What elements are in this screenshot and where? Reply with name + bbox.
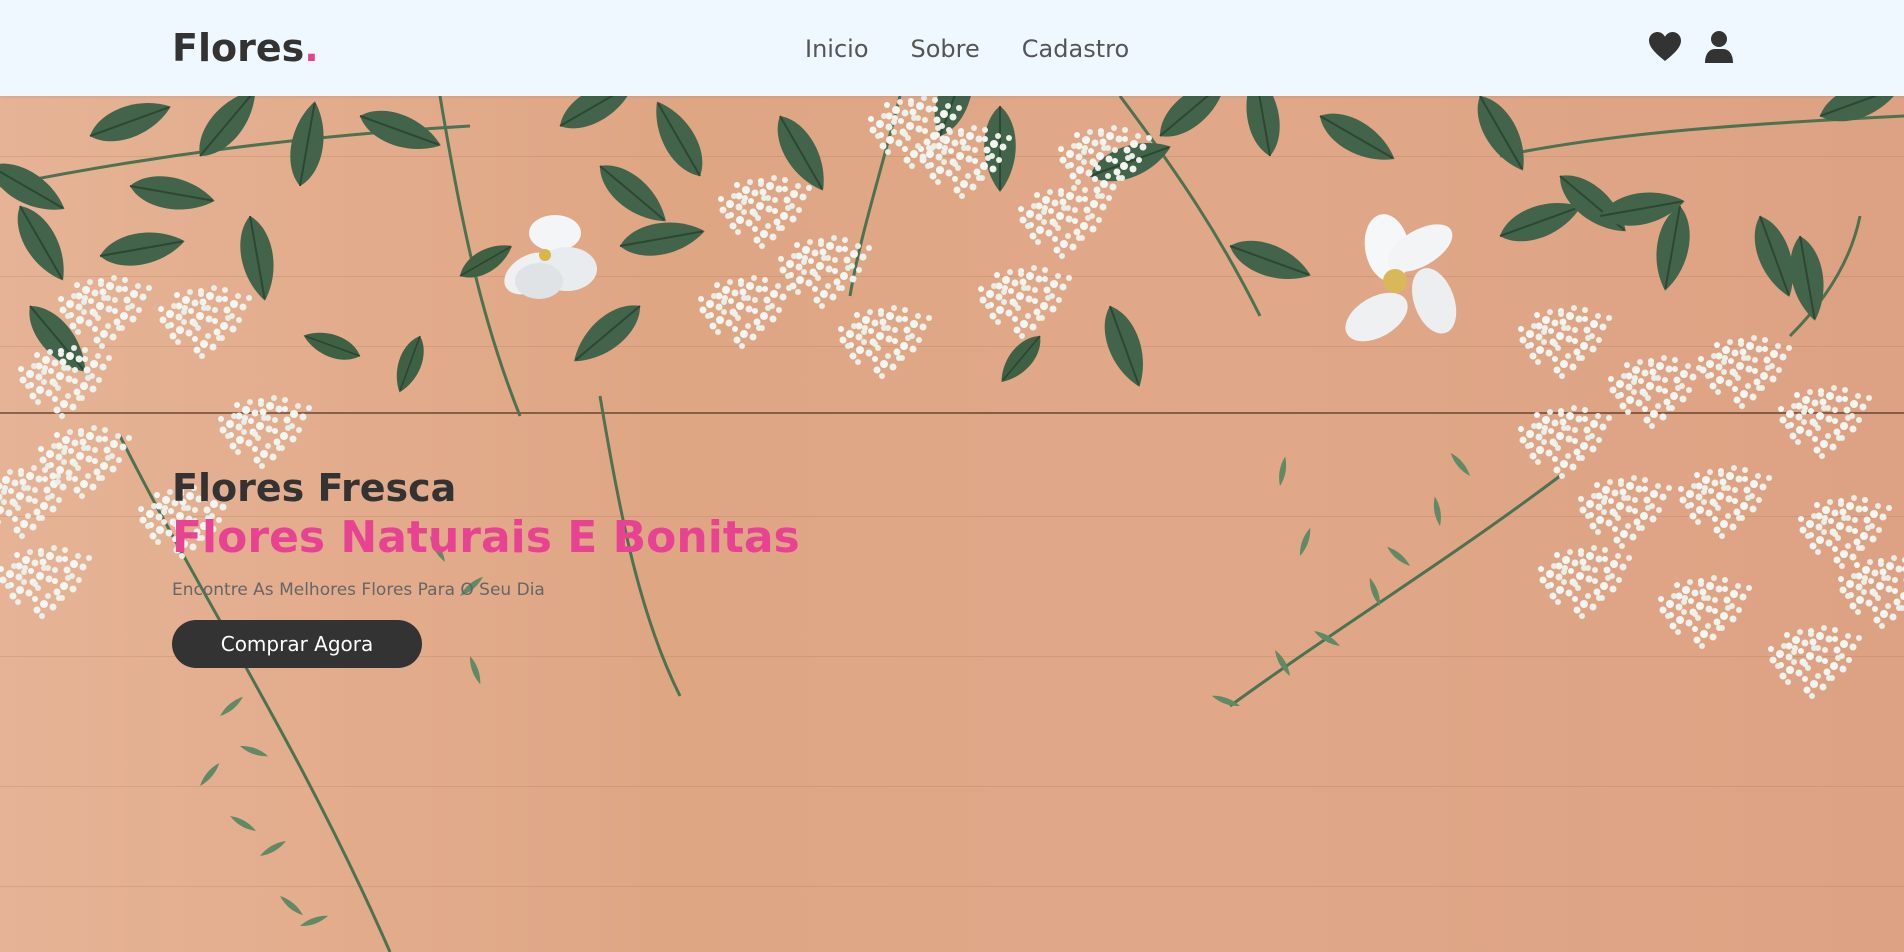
hero-title: Flores Fresca [172, 466, 457, 510]
hero-subtitle: Flores Naturais E Bonitas [172, 512, 800, 563]
hero-content: Flores Fresca Flores Naturais E Bonitas … [172, 466, 800, 668]
logo[interactable]: Flores. [172, 24, 319, 72]
user-icon[interactable] [1702, 30, 1736, 64]
logo-dot: . [304, 26, 319, 70]
buy-now-button[interactable]: Comprar Agora [172, 620, 422, 668]
nav-link-inicio[interactable]: Inicio [805, 31, 869, 67]
nav-link-sobre[interactable]: Sobre [911, 31, 980, 67]
header-icons [1648, 30, 1736, 64]
heart-icon[interactable] [1648, 30, 1682, 64]
site-header: Flores. Inicio Sobre Cadastro [0, 0, 1904, 96]
nav-link-cadastro[interactable]: Cadastro [1022, 31, 1129, 67]
hero-description: Encontre As Melhores Flores Para O Seu D… [172, 580, 545, 600]
logo-text: Flores [172, 26, 305, 70]
hero-section: Flores Fresca Flores Naturais E Bonitas … [0, 96, 1904, 952]
main-nav: Inicio Sobre Cadastro [805, 31, 1129, 67]
